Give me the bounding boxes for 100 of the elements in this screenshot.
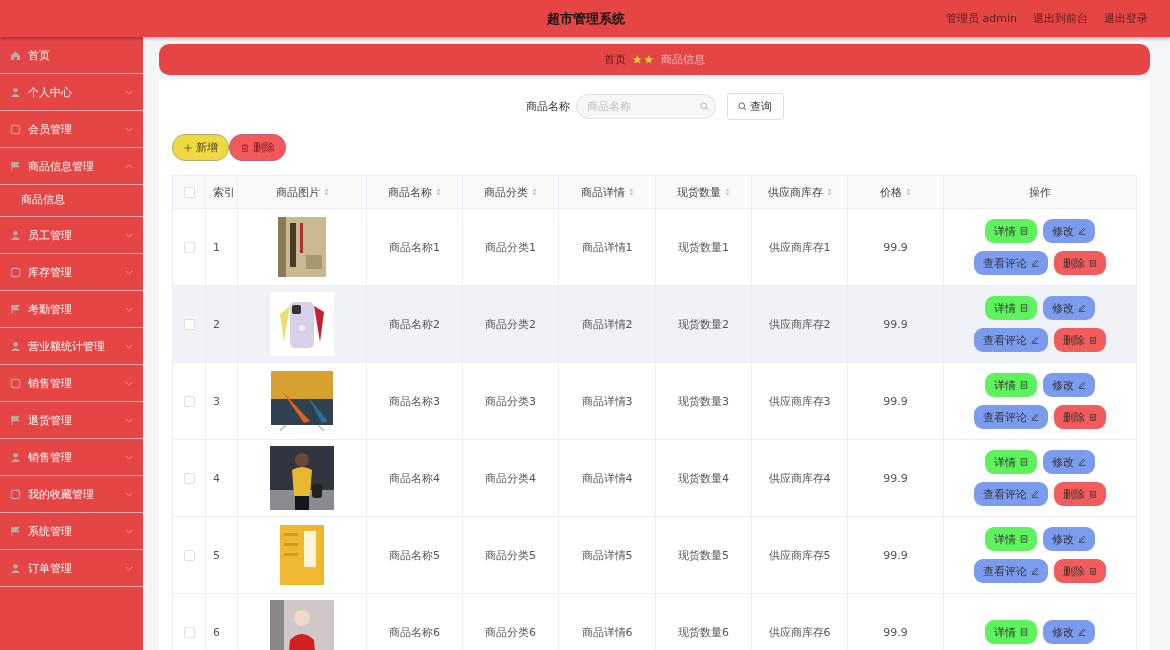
sidebar-item[interactable]: 会员管理 [0, 111, 143, 148]
edit-button[interactable]: 修改 [1043, 296, 1095, 320]
sort-icon [436, 188, 441, 196]
detail-button[interactable]: 详情 [985, 450, 1037, 474]
sidebar-item[interactable]: 库存管理 [0, 254, 143, 291]
add-button[interactable]: 新增 [172, 134, 229, 161]
table-cell: 供应商库存2 [768, 317, 831, 331]
header-link[interactable]: 退出到前台 [1033, 11, 1088, 26]
sidebar-subitem[interactable]: 商品信息 [0, 184, 143, 217]
row-checkbox[interactable] [183, 473, 195, 484]
table-cell: 99.9 [883, 548, 908, 562]
delete-button[interactable]: 删除 [229, 134, 286, 161]
table-cell: 商品详情2 [581, 317, 633, 331]
row-checkbox[interactable] [183, 550, 195, 561]
sidebar-item[interactable]: 营业额统计管理 [0, 328, 143, 365]
comments-button[interactable]: 查看评论 [974, 328, 1048, 352]
header-link[interactable]: 管理员 admin [946, 11, 1017, 26]
table-cell: 供应商库存4 [768, 471, 831, 485]
table-cell: 供应商库存6 [768, 625, 831, 639]
search-button[interactable]: 查询 [726, 93, 784, 120]
row-checkbox[interactable] [183, 396, 195, 407]
table-cell: 现货数量1 [678, 240, 729, 254]
edit-button[interactable]: 修改 [1043, 219, 1095, 243]
table-row[interactable]: 4 商品名称4 商品分类4 商品详情4 现货数量4 供应商库存4 99.9 详情 修改 查看评论 删除 [172, 439, 1137, 517]
pencil-icon [1078, 227, 1086, 235]
table-cell: 商品名称4 [389, 471, 440, 485]
detail-button[interactable]: 详情 [985, 527, 1037, 551]
delete-button[interactable]: 删除 [1054, 559, 1106, 583]
chevron-down-icon [125, 565, 133, 571]
delete-button[interactable]: 删除 [1054, 482, 1106, 506]
chevron-down-icon [125, 491, 133, 497]
table-cell: 99.9 [883, 471, 908, 485]
table-row[interactable]: 6 商品名称6 商品分类6 商品详情6 现货数量6 供应商库存6 99.9 详情 修改 [172, 593, 1137, 650]
table-row[interactable]: 5 商品名称5 商品分类5 商品详情5 现货数量5 供应商库存5 99.9 详情 修改 查看评论 删除 [172, 516, 1137, 594]
comments-button[interactable]: 查看评论 [974, 405, 1048, 429]
trash-icon [240, 143, 249, 152]
row-checkbox[interactable] [183, 242, 195, 253]
table-cell: 现货数量3 [678, 394, 729, 408]
select-all-checkbox[interactable] [183, 187, 195, 198]
edit-button[interactable]: 修改 [1043, 450, 1095, 474]
table-cell: 99.9 [883, 394, 908, 408]
pencil-icon [1078, 535, 1086, 543]
table-cell: 现货数量6 [678, 625, 729, 639]
column-header[interactable]: 价格 [880, 184, 911, 200]
breadcrumb-item[interactable]: 商品信息 [661, 52, 705, 67]
pencil-icon [1031, 567, 1039, 575]
document-icon [1020, 628, 1028, 636]
comments-button[interactable]: 查看评论 [974, 559, 1048, 583]
sidebar-item[interactable]: 我的收藏管理 [0, 476, 143, 513]
sidebar-item[interactable]: 个人中心 [0, 74, 143, 111]
chevron-down-icon [125, 454, 133, 460]
detail-button[interactable]: 详情 [985, 373, 1037, 397]
pencil-icon [1078, 458, 1086, 466]
table-row[interactable]: 2 商品名称2 商品分类2 商品详情2 现货数量2 供应商库存2 99.9 详情 修改 查看评论 删除 [172, 285, 1137, 363]
search-icon [699, 102, 709, 111]
detail-button[interactable]: 详情 [985, 296, 1037, 320]
table-cell: 商品详情3 [581, 394, 633, 408]
table-row[interactable]: 3 商品名称3 商品分类3 商品详情3 现货数量3 供应商库存3 99.9 详情 修改 查看评论 删除 [172, 362, 1137, 440]
delete-button[interactable]: 删除 [1054, 328, 1106, 352]
document-icon [1020, 304, 1028, 312]
sidebar-item[interactable]: 系统管理 [0, 513, 143, 550]
sidebar-item[interactable]: 员工管理 [0, 217, 143, 254]
header-link[interactable]: 退出登录 [1104, 11, 1148, 26]
table-cell: 供应商库存5 [768, 548, 831, 562]
sidebar-item[interactable]: 销售管理 [0, 365, 143, 402]
breadcrumb-item[interactable]: 首页 [604, 52, 626, 67]
table-cell: 现货数量4 [678, 471, 729, 485]
table-cell: 商品名称2 [389, 317, 440, 331]
delete-button[interactable]: 删除 [1054, 251, 1106, 275]
sidebar-item[interactable]: 订单管理 [0, 550, 143, 587]
sidebar-item[interactable]: 考勤管理 [0, 291, 143, 328]
table-row[interactable]: 1 商品名称1 商品分类1 商品详情1 现货数量1 供应商库存1 99.9 详情 修改 查看评论 删除 [172, 208, 1137, 286]
chevron-down-icon [125, 89, 133, 95]
sidebar-item[interactable]: 销售管理 [0, 439, 143, 476]
sidebar-item[interactable]: 首页 [0, 37, 143, 74]
detail-button[interactable]: 详情 [985, 219, 1037, 243]
sidebar-item[interactable]: 退货管理 [0, 402, 143, 439]
row-checkbox[interactable] [183, 319, 195, 330]
trash-icon [1089, 567, 1097, 575]
edit-button[interactable]: 修改 [1043, 527, 1095, 551]
table-cell: 供应商库存1 [768, 240, 831, 254]
table-cell: 商品分类5 [485, 548, 536, 562]
edit-button[interactable]: 修改 [1043, 373, 1095, 397]
trash-icon [1089, 413, 1097, 421]
sort-icon [532, 188, 537, 196]
comments-button[interactable]: 查看评论 [974, 482, 1048, 506]
sidebar-item[interactable]: 商品信息管理 [0, 148, 143, 185]
chevron-down-icon [125, 380, 133, 386]
edit-button[interactable]: 修改 [1043, 620, 1095, 644]
comments-button[interactable]: 查看评论 [974, 251, 1048, 275]
document-icon [1020, 227, 1028, 235]
table-cell: 99.9 [883, 240, 908, 254]
detail-button[interactable]: 详情 [985, 620, 1037, 644]
pencil-icon [1031, 413, 1039, 421]
chevron-down-icon [125, 232, 133, 238]
column-header[interactable]: 商品图片 [275, 184, 329, 200]
delete-button[interactable]: 删除 [1054, 405, 1106, 429]
document-icon [1020, 458, 1028, 466]
column-header[interactable]: 操作 [1029, 184, 1051, 200]
row-checkbox[interactable] [183, 627, 195, 638]
